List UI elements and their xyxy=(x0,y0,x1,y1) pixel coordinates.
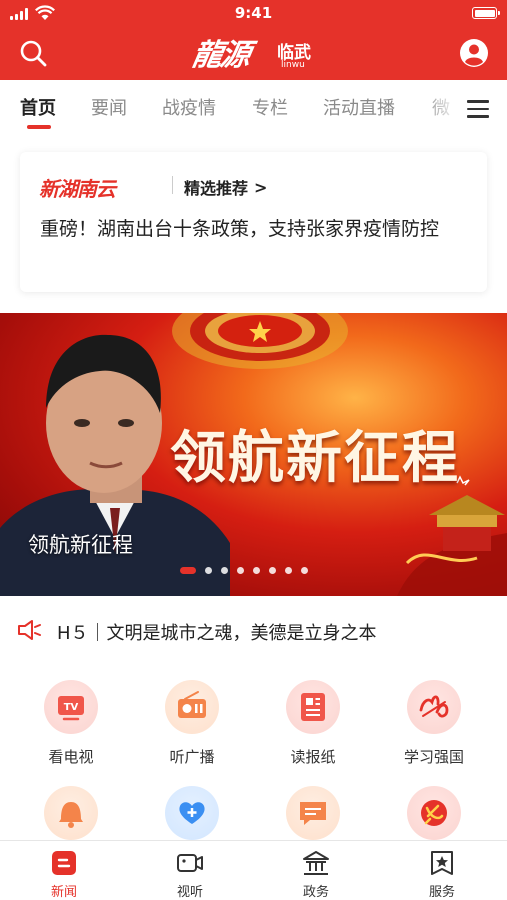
status-bar: 9:41 xyxy=(0,0,507,26)
party-emblem-icon xyxy=(421,800,447,826)
service-icon xyxy=(431,851,453,875)
svg-text:TV: TV xyxy=(64,702,79,713)
shortcut-tv[interactable]: TV 看电视 xyxy=(16,680,126,770)
carousel-dot[interactable] xyxy=(301,567,308,574)
news-icon xyxy=(52,851,76,875)
carousel-dot[interactable] xyxy=(205,567,212,574)
battery-icon xyxy=(472,7,500,19)
tab-headlines[interactable]: 要闻 xyxy=(91,94,127,120)
channel-tabs: 首页 要闻 战疫情 专栏 活动直播 微 xyxy=(0,80,507,134)
app-logo: 龍源 临武 linwu xyxy=(189,30,323,76)
headline-text[interactable]: 重磅！湖南出台十条政策，支持张家界疫情防控 xyxy=(40,214,470,245)
video-icon xyxy=(177,854,203,872)
brand-logo: 新湖南云 xyxy=(39,177,116,201)
user-profile-icon[interactable] xyxy=(459,38,489,68)
chevron-right-icon: > xyxy=(254,177,268,197)
banner-caption: 领航新征程 xyxy=(28,533,133,557)
shortcut-xuexi[interactable]: 学习强国 xyxy=(379,680,489,770)
speaker-icon xyxy=(18,620,41,640)
recommend-title: 精选推荐 xyxy=(184,179,249,198)
bottom-nav: 新闻 视听 政务 服务 xyxy=(0,840,507,900)
logo-calligraphy: 龍源 xyxy=(189,38,252,73)
government-icon xyxy=(303,851,329,875)
bell-icon xyxy=(59,802,83,828)
divider xyxy=(172,176,173,194)
nav-video[interactable]: 视听 xyxy=(150,849,230,900)
active-tab-indicator xyxy=(27,125,51,129)
notice-text[interactable]: H５｜文明是城市之魂，美德是立身之本 xyxy=(57,619,377,645)
nav-service[interactable]: 服务 xyxy=(402,849,482,900)
recommend-card[interactable]: 新湖南云 精选推荐 > 重磅！湖南出台十条政策，支持张家界疫情防控 xyxy=(20,152,487,292)
nav-label: 政务 xyxy=(302,885,329,900)
banner-carousel[interactable]: 领航新征程 领航新征程 xyxy=(0,313,507,596)
carousel-indicator xyxy=(180,567,308,574)
tab-home[interactable]: 首页 xyxy=(20,94,56,120)
carousel-dot[interactable] xyxy=(221,567,228,574)
banner-slogan: 领航新征程 xyxy=(170,425,460,491)
top-bar: 9:41 龍源 临武 linwu xyxy=(0,0,507,80)
tv-icon: TV xyxy=(58,696,84,721)
newspaper-icon xyxy=(301,693,325,721)
radio-icon xyxy=(178,691,206,718)
tab-epidemic[interactable]: 战疫情 xyxy=(162,94,216,120)
logo-pinyin: linwu xyxy=(281,60,305,70)
search-icon[interactable] xyxy=(18,38,48,68)
recommend-link[interactable]: 精选推荐 > xyxy=(184,175,267,199)
nav-label: 新闻 xyxy=(50,885,77,900)
shortcut-label: 听广播 xyxy=(169,748,215,766)
tab-columns[interactable]: 专栏 xyxy=(252,94,288,120)
nav-news[interactable]: 新闻 xyxy=(24,849,104,900)
nav-government[interactable]: 政务 xyxy=(276,849,356,900)
carousel-dot[interactable] xyxy=(237,567,244,574)
notice-bar[interactable]: H５｜文明是城市之魂，美德是立身之本 xyxy=(0,608,507,652)
carousel-dot[interactable] xyxy=(180,567,196,574)
message-icon xyxy=(300,802,326,825)
tab-live-events[interactable]: 活动直播 xyxy=(323,94,395,120)
carousel-dot[interactable] xyxy=(269,567,276,574)
menu-icon[interactable] xyxy=(467,100,489,118)
nav-label: 视听 xyxy=(176,885,203,900)
carousel-dot[interactable] xyxy=(253,567,260,574)
shortcut-label: 学习强国 xyxy=(403,748,464,766)
xuexi-icon xyxy=(419,695,449,718)
heart-plus-icon xyxy=(179,802,205,824)
shortcut-label: 看电视 xyxy=(48,748,94,766)
status-time: 9:41 xyxy=(234,4,273,22)
nav-label: 服务 xyxy=(428,885,455,900)
shortcut-newspaper[interactable]: 读报纸 xyxy=(258,680,368,770)
shortcut-radio[interactable]: 听广播 xyxy=(137,680,247,770)
shortcut-label: 读报纸 xyxy=(290,748,336,766)
carousel-dot[interactable] xyxy=(285,567,292,574)
app-header: 龍源 临武 linwu xyxy=(0,26,507,80)
